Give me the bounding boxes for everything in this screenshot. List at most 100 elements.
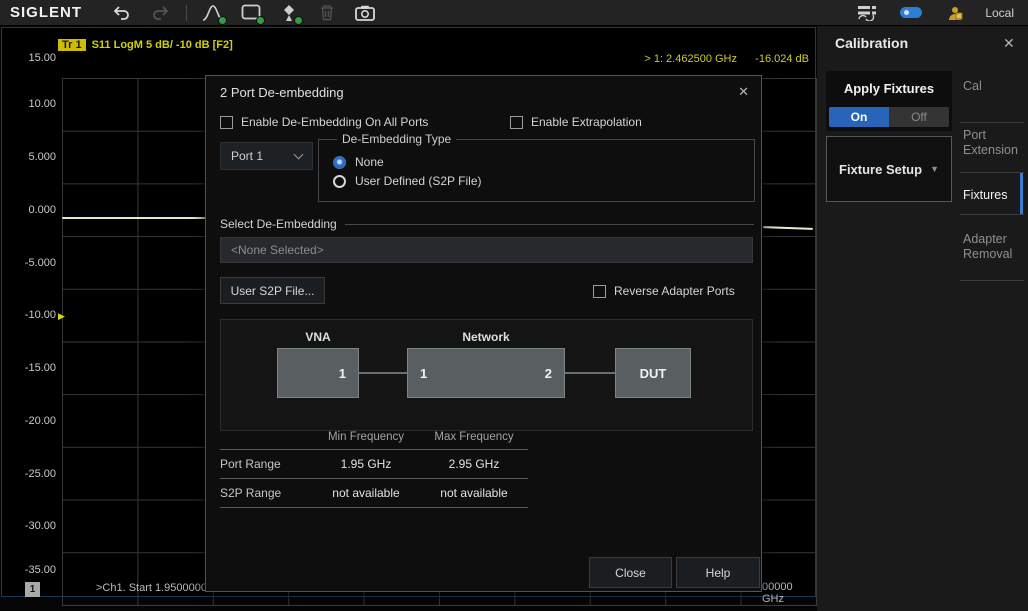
- dut-label: DUT: [640, 366, 667, 381]
- row-max-value: 2.95 GHz: [420, 457, 528, 471]
- calibration-sidebar: Calibration ✕ Apply Fixtures On Off Fixt…: [817, 26, 1028, 611]
- channel-stop-frequency-partial: 00000 GHz: [762, 581, 815, 605]
- y-axis-label: -20.00: [4, 415, 56, 427]
- close-button[interactable]: Close: [589, 557, 672, 588]
- y-axis-label: 0.000: [4, 204, 56, 216]
- table-row-port-range: Port Range 1.95 GHz 2.95 GHz: [220, 450, 528, 478]
- local-mode-label[interactable]: Local: [985, 6, 1014, 20]
- radio-label: User Defined (S2P File): [355, 174, 482, 188]
- vna-label: VNA: [277, 330, 359, 344]
- apply-fixtures-label: Apply Fixtures: [826, 71, 952, 105]
- help-button[interactable]: Help: [676, 557, 760, 588]
- fixture-setup-dropdown[interactable]: Fixture Setup ▼: [826, 136, 952, 202]
- checkbox-label: Reverse Adapter Ports: [614, 284, 735, 298]
- selected-file-field[interactable]: <None Selected>: [220, 237, 753, 263]
- tab-divider: [960, 122, 1024, 123]
- toolbar-divider: [186, 5, 187, 21]
- row-min-value: 1.95 GHz: [312, 457, 420, 471]
- row-label: Port Range: [220, 457, 312, 471]
- screenshot-icon[interactable]: [353, 3, 377, 23]
- reverse-adapter-ports-checkbox[interactable]: Reverse Adapter Ports: [593, 283, 735, 299]
- tab-divider: [960, 172, 1024, 173]
- channel-window-badge[interactable]: 1: [25, 582, 40, 597]
- chevron-down-icon: [294, 150, 304, 160]
- trace-count-badge: [218, 16, 227, 25]
- y-axis-label: -5.000: [4, 257, 56, 269]
- user-s2p-file-button[interactable]: User S2P File...: [220, 277, 325, 304]
- marker-level-readout: -16.024 dB: [747, 53, 809, 65]
- apply-fixtures-toggle: On Off: [829, 107, 949, 127]
- de-embedding-type-group: De-Embedding Type None User Defined (S2P…: [318, 132, 755, 202]
- toggle-on-button[interactable]: On: [829, 107, 889, 127]
- touch-indicator-icon[interactable]: [899, 3, 923, 23]
- y-axis-label: -15.00: [4, 362, 56, 374]
- radio-unselected-icon: [333, 175, 346, 188]
- marker-count-badge: [294, 16, 303, 25]
- y-axis-label: 15.00: [4, 52, 56, 64]
- tab-cal[interactable]: Cal: [963, 79, 1025, 94]
- group-divider: [345, 224, 754, 225]
- y-axis-label: -30.00: [4, 520, 56, 532]
- marker-frequency-readout: > 1: 2.462500 GHz: [547, 53, 737, 65]
- network-label: Network: [407, 330, 565, 344]
- redo-icon[interactable]: [148, 3, 172, 23]
- trace-segment-left: [62, 217, 207, 219]
- port-select[interactable]: Port 1: [220, 142, 313, 170]
- frequency-range-table: Min Frequency Max Frequency Port Range 1…: [220, 425, 528, 508]
- page-layout-icon[interactable]: [855, 3, 879, 23]
- network-diagram: VNA Network 1 1 2 DUT: [220, 319, 753, 431]
- table-row-s2p-range: S2P Range not available not available: [220, 479, 528, 507]
- row-min-value: not available: [312, 486, 420, 500]
- top-toolbar: SIGLENT: [0, 0, 1028, 26]
- network-node: 1 2: [407, 348, 565, 398]
- display-window-icon[interactable]: [239, 3, 263, 23]
- row-max-value: not available: [420, 486, 528, 500]
- toggle-off-button[interactable]: Off: [889, 107, 949, 127]
- tab-adapter-removal[interactable]: Adapter Removal: [963, 232, 1025, 262]
- radio-none[interactable]: None: [333, 155, 754, 169]
- trace-settings-icon[interactable]: [201, 3, 225, 23]
- y-axis-label: -25.00: [4, 468, 56, 480]
- undo-icon[interactable]: [110, 3, 134, 23]
- radio-selected-icon: [333, 156, 346, 169]
- table-header-min: Min Frequency: [312, 431, 420, 443]
- fixture-setup-label: Fixture Setup: [839, 162, 922, 177]
- trace-badge[interactable]: Tr 1: [58, 39, 86, 51]
- tab-port-extension[interactable]: Port Extension: [963, 128, 1025, 158]
- y-axis-label: 10.00: [4, 98, 56, 110]
- y-axis-label: -35.00: [4, 564, 56, 576]
- row-label: S2P Range: [220, 486, 312, 500]
- connector-line: [565, 372, 615, 374]
- group-legend: Select De-Embedding: [220, 217, 337, 231]
- port-select-value: Port 1: [231, 149, 263, 163]
- connector-line: [359, 372, 407, 374]
- checkbox-icon: [593, 285, 606, 298]
- checkbox-label: Enable De-Embedding On All Ports: [241, 115, 428, 129]
- table-divider: [220, 507, 528, 508]
- enable-all-ports-checkbox[interactable]: Enable De-Embedding On All Ports: [220, 114, 428, 130]
- trace-info-row: Tr 1 S11 LogM 5 dB/ -10 dB [F2]: [58, 39, 233, 51]
- network-port-2: 2: [545, 366, 552, 381]
- radio-user-defined[interactable]: User Defined (S2P File): [333, 174, 754, 188]
- app-screen: SIGLENT: [0, 0, 1028, 611]
- group-legend: De-Embedding Type: [337, 132, 456, 146]
- sidebar-close-icon[interactable]: ✕: [1003, 35, 1015, 52]
- dialog-close-icon[interactable]: ✕: [738, 84, 749, 100]
- de-embedding-dialog: 2 Port De-embedding ✕ Enable De-Embeddin…: [205, 75, 762, 592]
- user-account-icon[interactable]: [943, 3, 967, 23]
- tab-fixtures[interactable]: Fixtures: [963, 188, 1025, 203]
- table-header-row: Min Frequency Max Frequency: [220, 425, 528, 449]
- trace-info-label[interactable]: S11 LogM 5 dB/ -10 dB [F2]: [92, 39, 233, 51]
- enable-extrapolation-checkbox[interactable]: Enable Extrapolation: [510, 114, 642, 130]
- y-axis-label: 5.000: [4, 151, 56, 163]
- vna-port-number: 1: [339, 366, 346, 381]
- dialog-title: 2 Port De-embedding: [220, 85, 344, 100]
- dropdown-triangle-icon: ▼: [930, 164, 939, 174]
- active-tab-indicator: [1020, 173, 1023, 214]
- y-axis-label: -10.00: [4, 309, 56, 321]
- delete-trace-icon[interactable]: [315, 3, 339, 23]
- network-port-1: 1: [420, 366, 427, 381]
- sidebar-title: Calibration: [835, 35, 908, 51]
- marker-icon[interactable]: [277, 3, 301, 23]
- checkbox-icon: [510, 116, 523, 129]
